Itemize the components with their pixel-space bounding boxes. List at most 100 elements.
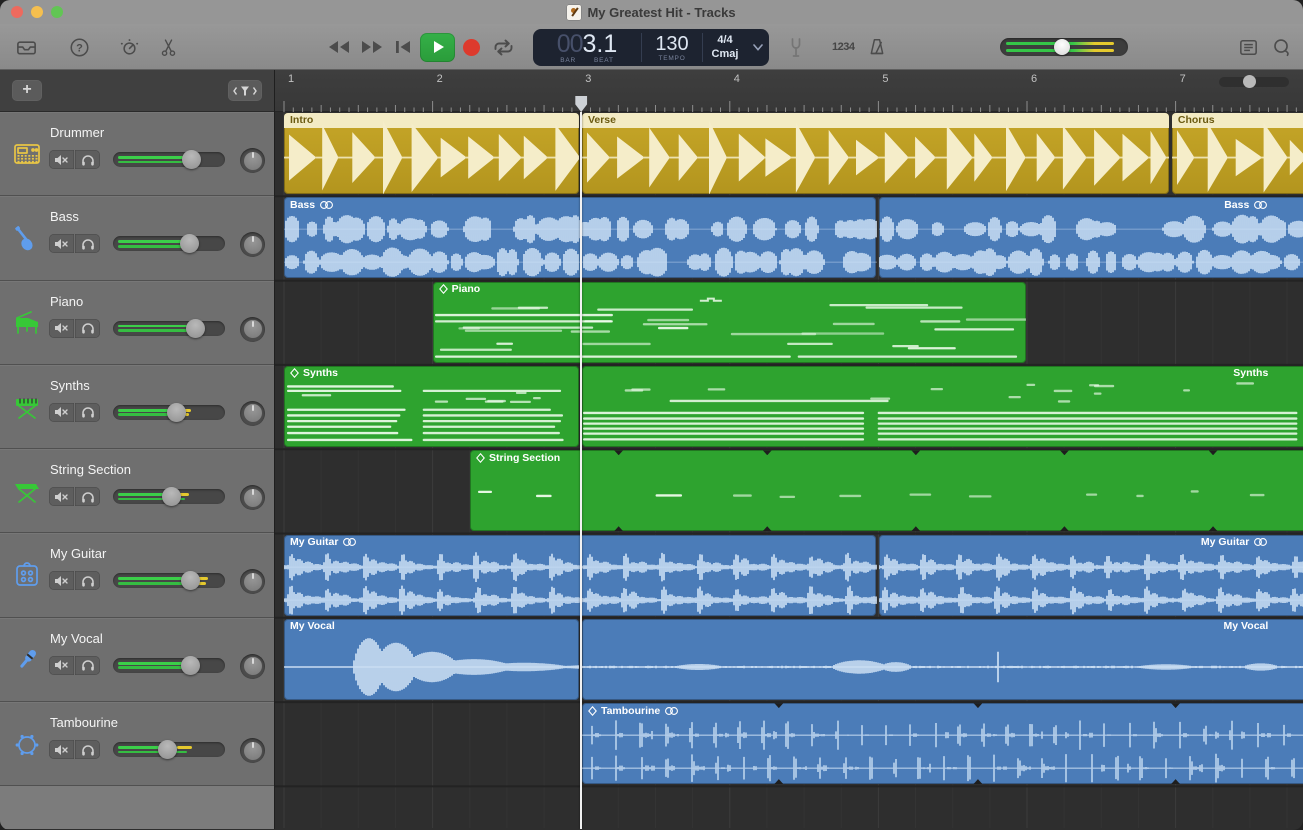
region-label: My Vocal	[1224, 620, 1269, 632]
meter-top	[118, 325, 187, 328]
waveform	[582, 366, 1303, 447]
shrink-tracks-icon[interactable]	[228, 80, 262, 101]
region-verse[interactable]: Verse	[582, 113, 1169, 194]
region-piano[interactable]: Piano	[433, 282, 1026, 363]
note-pad-icon[interactable]	[1237, 24, 1260, 70]
master-volume-slider[interactable]	[1000, 38, 1128, 56]
mute-button[interactable]	[49, 571, 74, 590]
lcd-display[interactable]: 003.1 BAR BEAT 130 TEMPO 4/4 Cmaj	[533, 29, 769, 66]
volume-slider[interactable]	[113, 236, 225, 251]
go-to-beginning-button[interactable]	[393, 24, 413, 70]
volume-slider[interactable]	[113, 321, 225, 336]
region-chorus[interactable]: Chorus	[1172, 113, 1303, 194]
master-volume-knob[interactable]	[1054, 39, 1070, 55]
tuning-fork-icon[interactable]	[787, 24, 805, 70]
region-label: My Guitar	[290, 536, 357, 548]
mute-button[interactable]	[49, 656, 74, 675]
pan-knob[interactable]	[240, 232, 265, 257]
track-header-tambourine[interactable]: Tambourine	[0, 702, 274, 786]
solo-button[interactable]	[75, 487, 100, 506]
volume-slider[interactable]	[113, 742, 225, 757]
volume-knob[interactable]	[186, 319, 205, 338]
region-synths[interactable]: Synths	[284, 366, 579, 447]
region-bass[interactable]: Bass	[879, 197, 1303, 278]
volume-knob[interactable]	[167, 403, 186, 422]
document-icon	[567, 5, 581, 20]
region-label: Bass	[1224, 199, 1268, 211]
region-label: Chorus	[1178, 114, 1215, 126]
smart-controls-icon[interactable]	[118, 24, 141, 70]
solo-button[interactable]	[75, 234, 100, 253]
mute-button[interactable]	[49, 234, 74, 253]
region-label: Verse	[588, 114, 616, 126]
rewind-button[interactable]	[326, 24, 352, 70]
chevron-down-icon[interactable]	[747, 29, 769, 66]
lcd-key-section: 4/4 Cmaj	[703, 29, 747, 66]
pan-knob[interactable]	[240, 317, 265, 342]
region-string-section[interactable]: String Section	[470, 450, 1303, 531]
add-track-button[interactable]: +	[12, 80, 42, 101]
track-header-drummer[interactable]: Drummer	[0, 112, 274, 196]
pan-knob[interactable]	[240, 569, 265, 594]
track-name: My Guitar	[50, 546, 106, 561]
solo-button[interactable]	[75, 571, 100, 590]
track-header-string-section[interactable]: String Section	[0, 449, 274, 533]
lcd-key: Cmaj	[712, 48, 739, 62]
track-header-panel: + DrummerBassPianoSynthsString Section My…	[0, 70, 275, 829]
solo-button[interactable]	[75, 740, 100, 759]
mute-button[interactable]	[49, 740, 74, 759]
volume-knob[interactable]	[181, 571, 200, 590]
pan-knob[interactable]	[240, 401, 265, 426]
region-label: Bass	[290, 199, 334, 211]
solo-button[interactable]	[75, 403, 100, 422]
region-my-guitar[interactable]: My Guitar	[879, 535, 1303, 616]
region-my-vocal[interactable]: My Vocal	[284, 619, 579, 700]
pan-knob[interactable]	[240, 148, 265, 173]
track-header-bass[interactable]: Bass	[0, 196, 274, 280]
region-label: My Vocal	[290, 620, 335, 632]
count-in-button[interactable]: 1234	[832, 24, 854, 70]
mute-button[interactable]	[49, 150, 74, 169]
volume-slider[interactable]	[113, 405, 225, 420]
mute-button[interactable]	[49, 319, 74, 338]
volume-knob[interactable]	[180, 234, 199, 253]
pan-knob[interactable]	[240, 738, 265, 763]
track-name: My Vocal	[50, 631, 103, 646]
quick-help-icon[interactable]: ?	[68, 24, 91, 70]
region-synths[interactable]: Synths	[582, 366, 1303, 447]
waveform	[582, 703, 1303, 784]
zoom-slider[interactable]	[1219, 77, 1289, 87]
track-header-my-guitar[interactable]: My Guitar	[0, 533, 274, 617]
editors-icon[interactable]	[158, 24, 179, 70]
cycle-button[interactable]	[491, 24, 516, 70]
loop-browser-icon[interactable]	[1270, 24, 1293, 70]
volume-slider[interactable]	[113, 573, 225, 588]
ruler[interactable]: 1234567	[275, 70, 1303, 112]
fast-forward-button[interactable]	[359, 24, 385, 70]
meter-yellow	[177, 746, 192, 749]
volume-knob[interactable]	[181, 656, 200, 675]
volume-slider[interactable]	[113, 489, 225, 504]
volume-slider[interactable]	[113, 152, 225, 167]
mute-button[interactable]	[49, 487, 74, 506]
volume-knob[interactable]	[158, 740, 177, 759]
pan-knob[interactable]	[240, 654, 265, 679]
solo-button[interactable]	[75, 656, 100, 675]
play-button[interactable]	[420, 24, 455, 70]
solo-button[interactable]	[75, 150, 100, 169]
pan-knob[interactable]	[240, 485, 265, 510]
region-my-vocal[interactable]: My Vocal	[582, 619, 1303, 700]
region-tambourine[interactable]: Tambourine	[582, 703, 1303, 784]
metronome-icon[interactable]	[866, 24, 888, 70]
volume-slider[interactable]	[113, 658, 225, 673]
solo-button[interactable]	[75, 319, 100, 338]
record-button[interactable]	[463, 24, 480, 70]
mute-button[interactable]	[49, 403, 74, 422]
track-header-my-vocal[interactable]: My Vocal	[0, 618, 274, 702]
track-header-synths[interactable]: Synths	[0, 365, 274, 449]
region-intro[interactable]: Intro	[284, 113, 579, 194]
track-header-piano[interactable]: Piano	[0, 281, 274, 365]
library-icon[interactable]	[15, 24, 38, 70]
volume-knob[interactable]	[182, 150, 201, 169]
volume-knob[interactable]	[162, 487, 181, 506]
